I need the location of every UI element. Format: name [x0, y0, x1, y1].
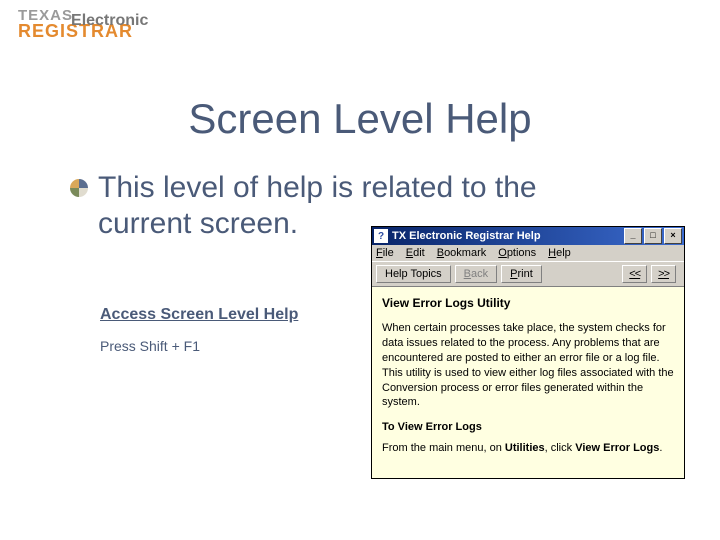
page-title: Screen Level Help — [0, 95, 720, 143]
help-heading: View Error Logs Utility — [382, 295, 674, 311]
help-window: ? TX Electronic Registrar Help _ □ × Fil… — [371, 226, 685, 479]
menu-options[interactable]: Options — [498, 247, 536, 259]
instruction-heading: Access Screen Level Help — [100, 306, 360, 324]
toolbar-spacer — [546, 265, 623, 283]
help-step: From the main menu, on Utilities, click … — [382, 441, 674, 456]
step-mid: , click — [545, 442, 576, 454]
help-subheading: To View Error Logs — [382, 420, 674, 435]
menu-file[interactable]: File — [376, 247, 394, 259]
help-app-icon: ? — [374, 229, 388, 243]
step-strong-view-error-logs: View Error Logs — [575, 442, 659, 454]
back-button[interactable]: Back — [455, 265, 497, 283]
help-topics-button[interactable]: Help Topics — [376, 265, 451, 283]
logo-electronic: Electronic — [71, 12, 148, 29]
menu-bookmark[interactable]: Bookmark — [437, 247, 487, 259]
window-buttons: _ □ × — [622, 228, 682, 244]
maximize-button[interactable]: □ — [644, 228, 662, 244]
print-button[interactable]: Print — [501, 265, 542, 283]
slide: TEXASElectronic REGISTRAR Screen Level H… — [0, 0, 720, 540]
step-prefix: From the main menu, on — [382, 442, 505, 454]
instruction-body: Press Shift + F1 — [100, 338, 360, 354]
menu-edit[interactable]: Edit — [406, 247, 425, 259]
next-button[interactable]: >> — [651, 265, 676, 283]
window-caption: TX Electronic Registrar Help — [392, 230, 622, 242]
step-strong-utilities: Utilities — [505, 442, 545, 454]
toolbar: Help Topics Back Print << >> — [372, 261, 684, 287]
minimize-button[interactable]: _ — [624, 228, 642, 244]
prev-button[interactable]: << — [622, 265, 647, 283]
menu-help[interactable]: Help — [548, 247, 571, 259]
pie-bullet-icon — [70, 179, 88, 197]
logo: TEXASElectronic REGISTRAR — [18, 8, 150, 40]
instruction-block: Access Screen Level Help Press Shift + F… — [100, 306, 360, 354]
step-suffix: . — [659, 442, 662, 454]
close-button[interactable]: × — [664, 228, 682, 244]
menubar: File Edit Bookmark Options Help — [372, 245, 684, 261]
help-content: View Error Logs Utility When certain pro… — [372, 287, 684, 478]
titlebar[interactable]: ? TX Electronic Registrar Help _ □ × — [372, 227, 684, 245]
help-paragraph: When certain processes take place, the s… — [382, 321, 674, 410]
